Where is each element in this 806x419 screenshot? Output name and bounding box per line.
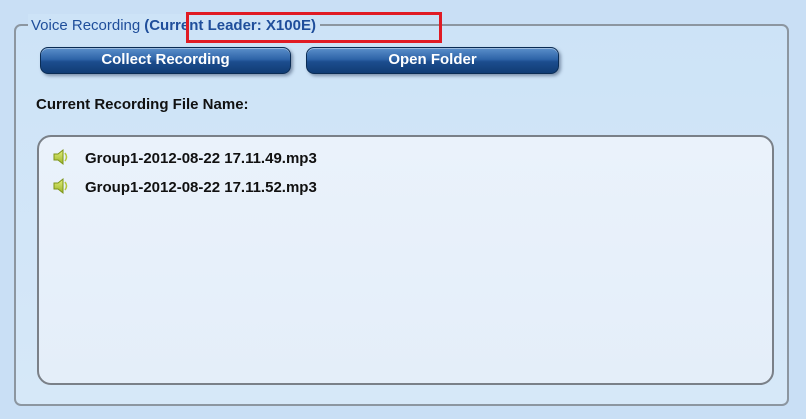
file-name: Group1-2012-08-22 17.11.52.mp3 bbox=[85, 179, 317, 196]
collect-recording-button[interactable]: Collect Recording bbox=[40, 47, 291, 74]
speaker-icon bbox=[51, 148, 73, 166]
current-recording-file-label: Current Recording File Name: bbox=[36, 96, 249, 113]
list-item[interactable]: Group1-2012-08-22 17.11.52.mp3 bbox=[51, 177, 317, 199]
leader-highlight-box bbox=[186, 12, 442, 43]
file-name: Group1-2012-08-22 17.11.49.mp3 bbox=[85, 150, 317, 167]
voice-recording-panel: Voice Recording (Current Leader: X100E) C… bbox=[0, 0, 806, 419]
list-item[interactable]: Group1-2012-08-22 17.11.49.mp3 bbox=[51, 148, 317, 170]
panel-title: Voice Recording bbox=[31, 17, 141, 34]
recording-file-list[interactable]: Group1-2012-08-22 17.11.49.mp3 Group1-20… bbox=[37, 135, 774, 385]
speaker-icon bbox=[51, 177, 73, 195]
open-folder-button[interactable]: Open Folder bbox=[306, 47, 559, 74]
